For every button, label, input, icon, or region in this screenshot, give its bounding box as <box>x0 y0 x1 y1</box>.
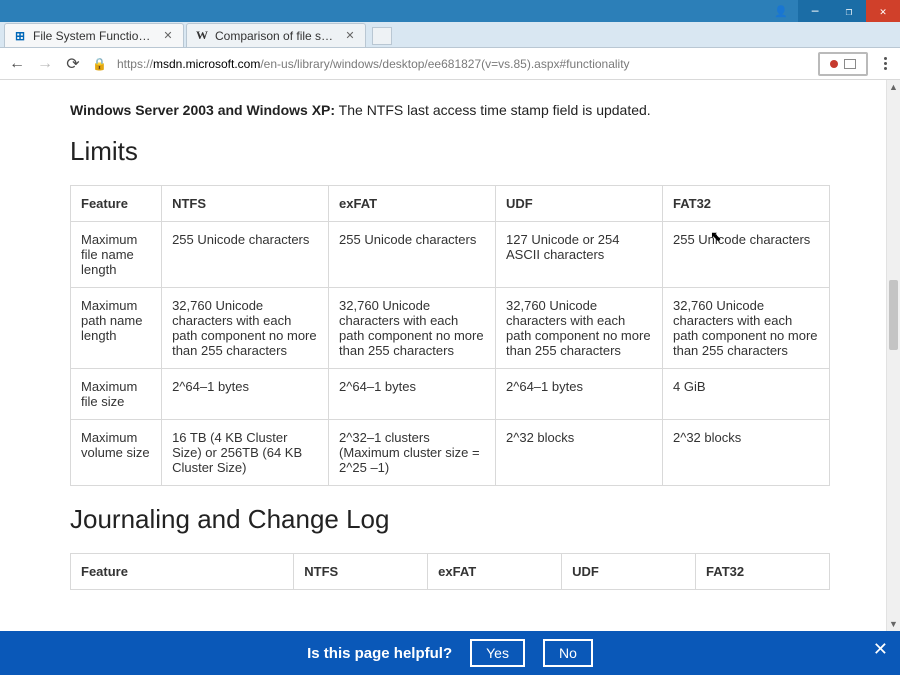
screen-icon <box>844 59 856 69</box>
window-maximize-button[interactable]: ❐ <box>832 0 866 22</box>
col-ntfs: NTFS <box>162 186 329 222</box>
journal-table: Feature NTFS exFAT UDF FAT32 <box>70 553 830 590</box>
table-cell: 2^32–1 clusters (Maximum cluster size = … <box>329 420 496 486</box>
feedback-bar: Is this page helpful? Yes No ✕ <box>0 631 900 675</box>
table-cell: 255 Unicode characters <box>329 222 496 288</box>
table-header-row: Feature NTFS exFAT UDF FAT32 <box>71 554 830 590</box>
table-cell: Maximum file size <box>71 369 162 420</box>
window-close-button[interactable]: ✕ <box>866 0 900 22</box>
windows-icon: ⊞ <box>13 29 27 43</box>
table-cell: 2^32 blocks <box>496 420 663 486</box>
page-content: Windows Server 2003 and Windows XP: The … <box>0 80 900 675</box>
tab-title: File System Functionality <box>33 29 155 43</box>
table-cell: 255 Unicode characters <box>662 222 829 288</box>
table-cell: Maximum file name length <box>71 222 162 288</box>
scroll-down-arrow-icon[interactable]: ▼ <box>887 617 900 631</box>
table-row: Maximum path name length32,760 Unicode c… <box>71 288 830 369</box>
back-button[interactable]: ← <box>8 55 26 73</box>
intro-paragraph: Windows Server 2003 and Windows XP: The … <box>70 102 830 118</box>
table-row: Maximum file name length255 Unicode char… <box>71 222 830 288</box>
col-exfat: exFAT <box>329 186 496 222</box>
window-titlebar: 👤 ─ ❐ ✕ <box>0 0 900 22</box>
url-host: msdn.microsoft.com <box>153 57 260 71</box>
tab-close-icon[interactable]: ✕ <box>343 29 357 42</box>
scroll-up-arrow-icon[interactable]: ▲ <box>887 80 900 94</box>
table-cell: 32,760 Unicode characters with each path… <box>662 288 829 369</box>
url-scheme: https:// <box>117 57 153 71</box>
window-minimize-button[interactable]: ─ <box>798 0 832 22</box>
browser-tab-inactive[interactable]: W Comparison of file syste ✕ <box>186 23 366 47</box>
intro-text: The NTFS last access time stamp field is… <box>335 102 651 118</box>
table-cell: 255 Unicode characters <box>162 222 329 288</box>
record-icon <box>830 60 838 68</box>
limits-table: Feature NTFS exFAT UDF FAT32 Maximum fil… <box>70 185 830 486</box>
table-row: Maximum file size2^64–1 bytes2^64–1 byte… <box>71 369 830 420</box>
col-feature: Feature <box>71 186 162 222</box>
wikipedia-icon: W <box>195 29 209 43</box>
section-heading-journal: Journaling and Change Log <box>70 504 830 535</box>
vertical-scrollbar[interactable]: ▲ ▼ <box>886 80 900 631</box>
feedback-close-button[interactable]: ✕ <box>873 639 888 660</box>
table-cell: 2^64–1 bytes <box>329 369 496 420</box>
browser-toolbar: ← → ⟳ 🔒 https://msdn.microsoft.com/en-us… <box>0 48 900 80</box>
user-account-icon[interactable]: 👤 <box>764 0 798 22</box>
intro-bold: Windows Server 2003 and Windows XP: <box>70 102 335 118</box>
url-path: /en-us/library/windows/desktop/ee681827(… <box>260 57 629 71</box>
col-ntfs: NTFS <box>294 554 428 590</box>
table-cell: 32,760 Unicode characters with each path… <box>162 288 329 369</box>
table-cell: 32,760 Unicode characters with each path… <box>329 288 496 369</box>
tab-title: Comparison of file syste <box>215 29 337 43</box>
col-udf: UDF <box>562 554 696 590</box>
scroll-thumb[interactable] <box>889 280 898 350</box>
col-udf: UDF <box>496 186 663 222</box>
col-fat32: FAT32 <box>696 554 830 590</box>
padlock-icon[interactable]: 🔒 <box>92 57 107 71</box>
feedback-no-button[interactable]: No <box>543 639 593 667</box>
table-cell: 127 Unicode or 254 ASCII characters <box>496 222 663 288</box>
table-cell: 32,760 Unicode characters with each path… <box>496 288 663 369</box>
feedback-yes-button[interactable]: Yes <box>470 639 525 667</box>
table-cell: 2^32 blocks <box>662 420 829 486</box>
new-tab-button[interactable] <box>372 27 392 45</box>
table-cell: 2^64–1 bytes <box>162 369 329 420</box>
col-exfat: exFAT <box>428 554 562 590</box>
forward-button[interactable]: → <box>36 55 54 73</box>
table-cell: 16 TB (4 KB Cluster Size) or 256TB (64 K… <box>162 420 329 486</box>
reload-button[interactable]: ⟳ <box>64 55 82 73</box>
table-cell: Maximum path name length <box>71 288 162 369</box>
col-feature: Feature <box>71 554 294 590</box>
extension-icon[interactable] <box>818 52 868 76</box>
browser-tabstrip: ⊞ File System Functionality ✕ W Comparis… <box>0 22 900 48</box>
section-heading-limits: Limits <box>70 136 830 167</box>
table-header-row: Feature NTFS exFAT UDF FAT32 <box>71 186 830 222</box>
browser-menu-button[interactable] <box>878 57 892 70</box>
browser-tab-active[interactable]: ⊞ File System Functionality ✕ <box>4 23 184 47</box>
address-bar[interactable]: https://msdn.microsoft.com/en-us/library… <box>117 57 808 71</box>
col-fat32: FAT32 <box>662 186 829 222</box>
tab-close-icon[interactable]: ✕ <box>161 29 175 42</box>
table-row: Maximum volume size16 TB (4 KB Cluster S… <box>71 420 830 486</box>
feedback-question: Is this page helpful? <box>307 645 452 662</box>
table-cell: 4 GiB <box>662 369 829 420</box>
table-cell: 2^64–1 bytes <box>496 369 663 420</box>
table-cell: Maximum volume size <box>71 420 162 486</box>
